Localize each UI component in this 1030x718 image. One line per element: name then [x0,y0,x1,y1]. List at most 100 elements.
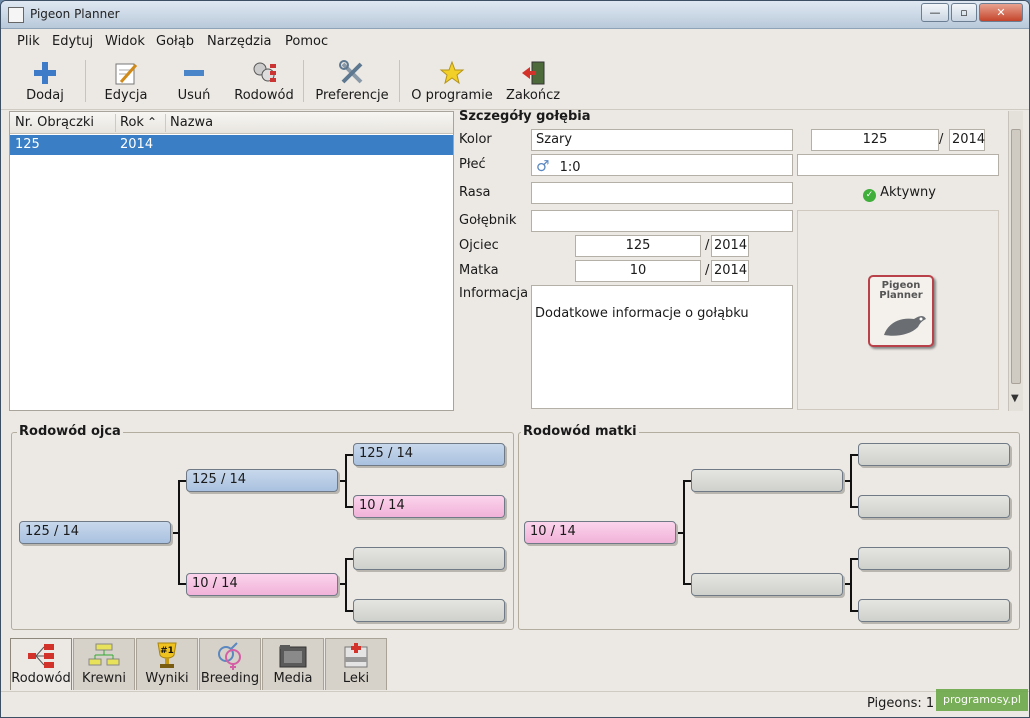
sire-pedigree-gf2[interactable] [353,547,505,570]
toolbar: Dodaj Edycja Usuń Rodowód Preferencje O … [1,54,1029,110]
column-year[interactable]: Rok [120,115,144,130]
sire-pedigree-mother[interactable]: 10 / 14 [186,573,338,596]
row-year: 2014 [120,137,154,152]
image-frame[interactable]: Pigeon Planner [797,210,999,410]
sex-extra-field[interactable] [797,154,999,176]
preferences-label: Preferencje [315,88,389,103]
close-button[interactable]: ✕ [979,3,1023,22]
maximize-button[interactable]: ▫ [951,3,977,22]
quit-button[interactable]: Zakończ [503,56,563,108]
details-scrollbar[interactable]: ▼ [1008,111,1023,411]
dam-pedigree-mother[interactable] [691,573,843,596]
dam-year-field[interactable]: 2014 [711,260,749,282]
dam-pedigree-father[interactable] [691,469,843,492]
sire-pedigree-gf1[interactable]: 125 / 14 [353,443,505,466]
logo-text-2: Planner [879,290,923,301]
scroll-down-icon[interactable]: ▼ [1011,393,1019,404]
loft-field[interactable] [531,210,793,232]
dam-pedigree-gm2[interactable] [858,599,1010,622]
sire-pedigree-father[interactable]: 125 / 14 [186,469,338,492]
menu-plik[interactable]: Plik [17,34,40,49]
color-field[interactable]: Szary [531,129,793,151]
dam-pedigree-gen0[interactable]: 10 / 14 [524,521,676,544]
preferences-button[interactable]: Preferencje [313,56,391,108]
sort-ascending-icon: ⌃ [147,115,158,129]
trophy-badge: #1 [160,646,174,656]
dam-pedigree-gf1[interactable] [858,443,1010,466]
about-button[interactable]: O programie [409,56,495,108]
dam-label: Matka [459,263,499,278]
sex-label: Płeć [459,157,486,172]
pigeon-planner-logo: Pigeon Planner [868,275,934,347]
sex-field[interactable]: ♂ 1:0 [531,154,793,176]
tab-media[interactable]: Media [262,638,324,690]
sire-pedigree-title: Rodowód ojca [17,424,123,439]
tab-leki-label: Leki [342,671,370,686]
scrollbar-thumb[interactable] [1011,129,1021,384]
info-label: Informacja [459,286,529,301]
pedigree-label: Rodowód [234,88,294,103]
toolbar-separator [399,60,400,102]
edit-button[interactable]: Edycja [97,56,155,108]
menu-pomoc[interactable]: Pomoc [285,34,328,49]
column-separator [115,114,116,132]
column-name[interactable]: Nazwa [170,115,213,130]
details-panel: Szczegóły gołębia Kolor Szary 125 / 2014… [456,109,1023,411]
toolbar-separator [85,60,86,102]
list-header: Nr. Obrączki Rok ⌃ Nazwa [10,112,453,134]
pedigree-button[interactable]: Rodowód [233,56,295,108]
dam-pedigree-gm1[interactable] [858,495,1010,518]
add-button[interactable]: Dodaj [17,56,73,108]
edit-label: Edycja [104,88,148,103]
dam-pedigree-gf2[interactable] [858,547,1010,570]
tab-wyniki-label: Wyniki [145,671,189,686]
menu-narzedzia[interactable]: Narzędzia [207,34,272,49]
menu-edytuj[interactable]: Edytuj [52,34,93,49]
ring-field[interactable]: 125 [811,129,939,151]
bottom-tabs: Rodowód Krewni #1 Wyniki Breeding Media [9,638,409,690]
sex-value: 1:0 [559,160,581,175]
tab-krewni-label: Krewni [81,671,127,686]
about-label: O programie [411,88,493,103]
tab-rodowod[interactable]: Rodowód [10,638,72,690]
toolbar-separator [303,60,304,102]
ring-year-field[interactable]: 2014 [949,129,985,151]
table-row[interactable]: 125 2014 [10,135,453,155]
edit-icon [113,60,139,86]
sire-year-field[interactable]: 2014 [711,235,749,257]
tab-wyniki[interactable]: #1 Wyniki [136,638,198,690]
tab-breeding[interactable]: Breeding [199,638,261,690]
column-ring[interactable]: Nr. Obrączki [15,115,94,130]
remove-button[interactable]: Usuń [167,56,221,108]
info-textarea[interactable]: Dodatkowe informacje o gołąbku [531,285,793,409]
loft-label: Gołębnik [459,213,517,228]
exit-door-icon [520,60,546,86]
breed-label: Rasa [459,185,491,200]
active-status[interactable]: ✓ Aktywny [863,185,936,202]
minimize-button[interactable]: — [921,3,949,22]
dam-ring-field[interactable]: 10 [575,260,701,282]
menu-golab[interactable]: Gołąb [156,34,194,49]
row-ring: 125 [15,137,40,152]
tab-leki[interactable]: Leki [325,638,387,690]
tab-krewni[interactable]: Krewni [73,638,135,690]
column-separator [165,114,166,132]
menu-widok[interactable]: Widok [105,34,145,49]
active-label: Aktywny [880,185,936,200]
sire-label: Ojciec [459,238,499,253]
sire-pedigree-gen0[interactable]: 125 / 14 [19,521,171,544]
sire-pedigree-gm1[interactable]: 10 / 14 [353,495,505,518]
menu-bar: Plik Edytuj Widok Gołąb Narzędzia Pomoc [1,30,1029,54]
star-icon [439,60,465,86]
pigeon-icon [884,316,926,336]
quit-label: Zakończ [505,88,561,103]
sire-ring-field[interactable]: 125 [575,235,701,257]
trophy-icon: #1 [150,641,184,671]
pigeon-list[interactable]: Nr. Obrączki Rok ⌃ Nazwa 125 2014 [9,111,454,411]
sire-pedigree-gm2[interactable] [353,599,505,622]
dam-slash: / [705,263,710,278]
watermark-logo: programosy.pl [936,689,1028,711]
medicine-kit-icon [339,641,373,671]
breed-field[interactable] [531,182,793,204]
sire-slash: / [705,238,710,253]
